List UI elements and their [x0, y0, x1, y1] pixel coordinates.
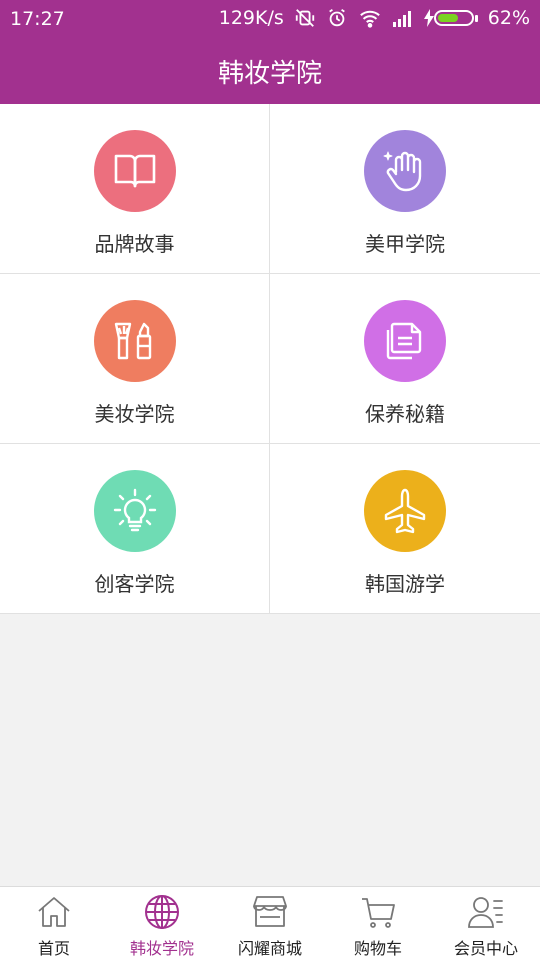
grid-item-brand-story[interactable]: 品牌故事: [0, 104, 270, 274]
tab-shining-mall[interactable]: 闪耀商城: [216, 887, 324, 960]
makeup-brush-icon: [93, 300, 176, 382]
bottom-tab-bar: 首页 韩妆学院 闪耀商城 购物车 会员中心: [0, 886, 540, 960]
wifi-icon: [359, 10, 380, 28]
home-icon: [38, 897, 70, 927]
status-time: 17:27: [10, 8, 65, 30]
charging-bolt-icon: [423, 9, 434, 27]
globe-icon: [145, 895, 179, 929]
tab-cart[interactable]: 购物车: [324, 887, 432, 960]
net-speed: 129K/s: [218, 7, 284, 29]
status-right-group: 129K/s 62%: [219, 7, 530, 29]
tab-label: 购物车: [353, 939, 402, 958]
documents-icon: [364, 300, 446, 382]
page-title: 韩妆学院: [217, 58, 322, 89]
category-grid: 品牌故事 美甲学院 美妆学院 保养秘籍 创客学院 韩国游学: [0, 104, 540, 614]
grid-item-nail-academy[interactable]: 美甲学院: [270, 104, 540, 274]
grid-item-label: 美甲学院: [365, 232, 445, 256]
tab-label: 闪耀商城: [237, 939, 302, 958]
grid-item-label: 创客学院: [94, 572, 175, 596]
tab-label: 韩妆学院: [129, 939, 194, 958]
book-icon: [93, 130, 176, 212]
cart-icon: [362, 898, 395, 928]
airplane-icon: [364, 470, 446, 552]
tab-korean-beauty-academy[interactable]: 韩妆学院: [108, 887, 216, 960]
battery-percent: 62%: [487, 7, 530, 29]
grid-item-label: 美妆学院: [94, 402, 175, 426]
lightbulb-icon: [93, 470, 176, 552]
grid-item-makeup-academy[interactable]: 美妆学院: [0, 274, 270, 444]
tab-label: 首页: [37, 939, 70, 958]
grid-item-skincare-tips[interactable]: 保养秘籍: [270, 274, 540, 444]
grid-item-label: 品牌故事: [94, 232, 175, 256]
grid-item-korea-study-tour[interactable]: 韩国游学: [270, 444, 540, 614]
title-bar: 韩妆学院: [0, 38, 540, 104]
vibrate-off-icon: [295, 9, 314, 27]
tab-member-center[interactable]: 会员中心: [432, 887, 540, 960]
battery-indicator: [423, 9, 478, 27]
hand-icon: [364, 130, 446, 212]
grid-item-maker-academy[interactable]: 创客学院: [0, 444, 270, 614]
store-icon: [253, 896, 287, 927]
status-bar: 17:27 129K/s 62%: [0, 0, 540, 38]
tab-label: 会员中心: [453, 939, 518, 958]
grid-item-label: 韩国游学: [365, 572, 445, 596]
alarm-icon: [328, 8, 345, 27]
battery-icon: [433, 10, 474, 26]
tab-home[interactable]: 首页: [0, 887, 108, 960]
signal-icon: [392, 11, 411, 27]
battery-level: [437, 14, 458, 22]
grid-item-label: 保养秘籍: [365, 402, 445, 426]
member-icon: [468, 897, 503, 928]
